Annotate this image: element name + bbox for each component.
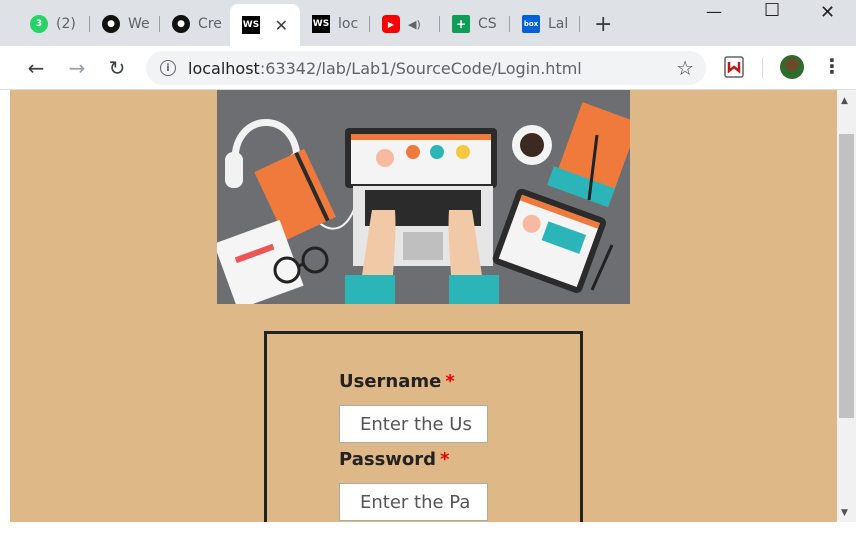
password-input[interactable]	[339, 483, 488, 521]
scroll-up-arrow-icon[interactable]: ▲	[841, 96, 848, 106]
required-mark: *	[440, 449, 450, 470]
close-tab-icon[interactable]: ✕	[275, 16, 288, 35]
webstorm-icon: WS	[312, 15, 330, 33]
mcafee-extension-icon[interactable]	[724, 56, 744, 82]
sheets-icon: +	[452, 15, 470, 33]
speaker-icon[interactable]: ◀︎)	[408, 18, 421, 31]
vertical-scrollbar[interactable]: ▲ ▼	[837, 90, 856, 522]
hero-illustration	[217, 90, 630, 304]
profile-avatar[interactable]	[780, 55, 804, 79]
tab-active-webstorm[interactable]: WS ✕	[230, 4, 300, 46]
tab-title: Lal	[548, 16, 569, 32]
bookmark-star-icon[interactable]: ☆	[676, 56, 694, 80]
url-path: :63342/lab/Lab1/SourceCode/Login.html	[259, 58, 582, 78]
tab-title: Cre	[198, 16, 222, 32]
required-mark: *	[445, 371, 455, 392]
back-button[interactable]: ←	[22, 54, 50, 82]
reload-button[interactable]: ↻	[103, 54, 131, 82]
tab-title: We	[128, 16, 150, 32]
close-window-button[interactable]: ✕	[820, 2, 835, 23]
tab-box[interactable]: box Lal	[510, 8, 580, 40]
scroll-down-arrow-icon[interactable]: ▼	[841, 508, 848, 518]
url-host: localhost	[188, 58, 260, 78]
tab-strip: 3 (2) ● We ● Cre WS ✕ WS loc ▶ ◀︎) + CS …	[0, 0, 856, 46]
login-form: Username* Password*	[264, 331, 583, 522]
username-label: Username *	[339, 371, 455, 392]
scroll-thumb[interactable]	[839, 134, 854, 418]
username-input[interactable]	[339, 405, 488, 443]
browser-toolbar: ← → ↻ i localhost:63342/lab/Lab1/SourceC…	[0, 46, 856, 90]
tab-title: CS	[478, 16, 497, 32]
whatsapp-icon: 3	[30, 15, 48, 33]
tab-title: (2)	[56, 16, 76, 32]
maximize-button[interactable]: ☐	[764, 0, 780, 21]
password-label-text: Password	[339, 449, 437, 470]
tab-github-2[interactable]: ● Cre	[160, 8, 230, 40]
youtube-icon: ▶	[382, 15, 400, 33]
box-icon: box	[522, 15, 540, 33]
forward-button[interactable]: →	[63, 54, 91, 82]
info-icon[interactable]: i	[160, 60, 176, 76]
tab-title: loc	[338, 16, 359, 32]
username-label-text: Username	[339, 371, 442, 392]
webstorm-icon: WS	[242, 16, 260, 34]
github-icon: ●	[102, 15, 120, 33]
tab-github-1[interactable]: ● We	[90, 8, 160, 40]
tab-whatsapp[interactable]: 3 (2)	[18, 8, 90, 40]
github-icon: ●	[172, 15, 190, 33]
page-content: Username* Password*	[10, 90, 837, 522]
tab-webstorm-localhost[interactable]: WS loc	[300, 8, 370, 40]
tab-sheets[interactable]: + CS	[440, 8, 510, 40]
menu-icon[interactable]: ⋮	[822, 54, 842, 78]
url-text[interactable]: localhost:63342/lab/Lab1/SourceCode/Logi…	[188, 59, 582, 78]
password-label: Password *	[339, 449, 449, 470]
new-tab-button[interactable]: +	[594, 12, 612, 37]
minimize-button[interactable]: —	[706, 2, 722, 21]
address-bar[interactable]: i localhost:63342/lab/Lab1/SourceCode/Lo…	[146, 51, 706, 85]
tab-youtube[interactable]: ▶ ◀︎)	[370, 8, 440, 40]
